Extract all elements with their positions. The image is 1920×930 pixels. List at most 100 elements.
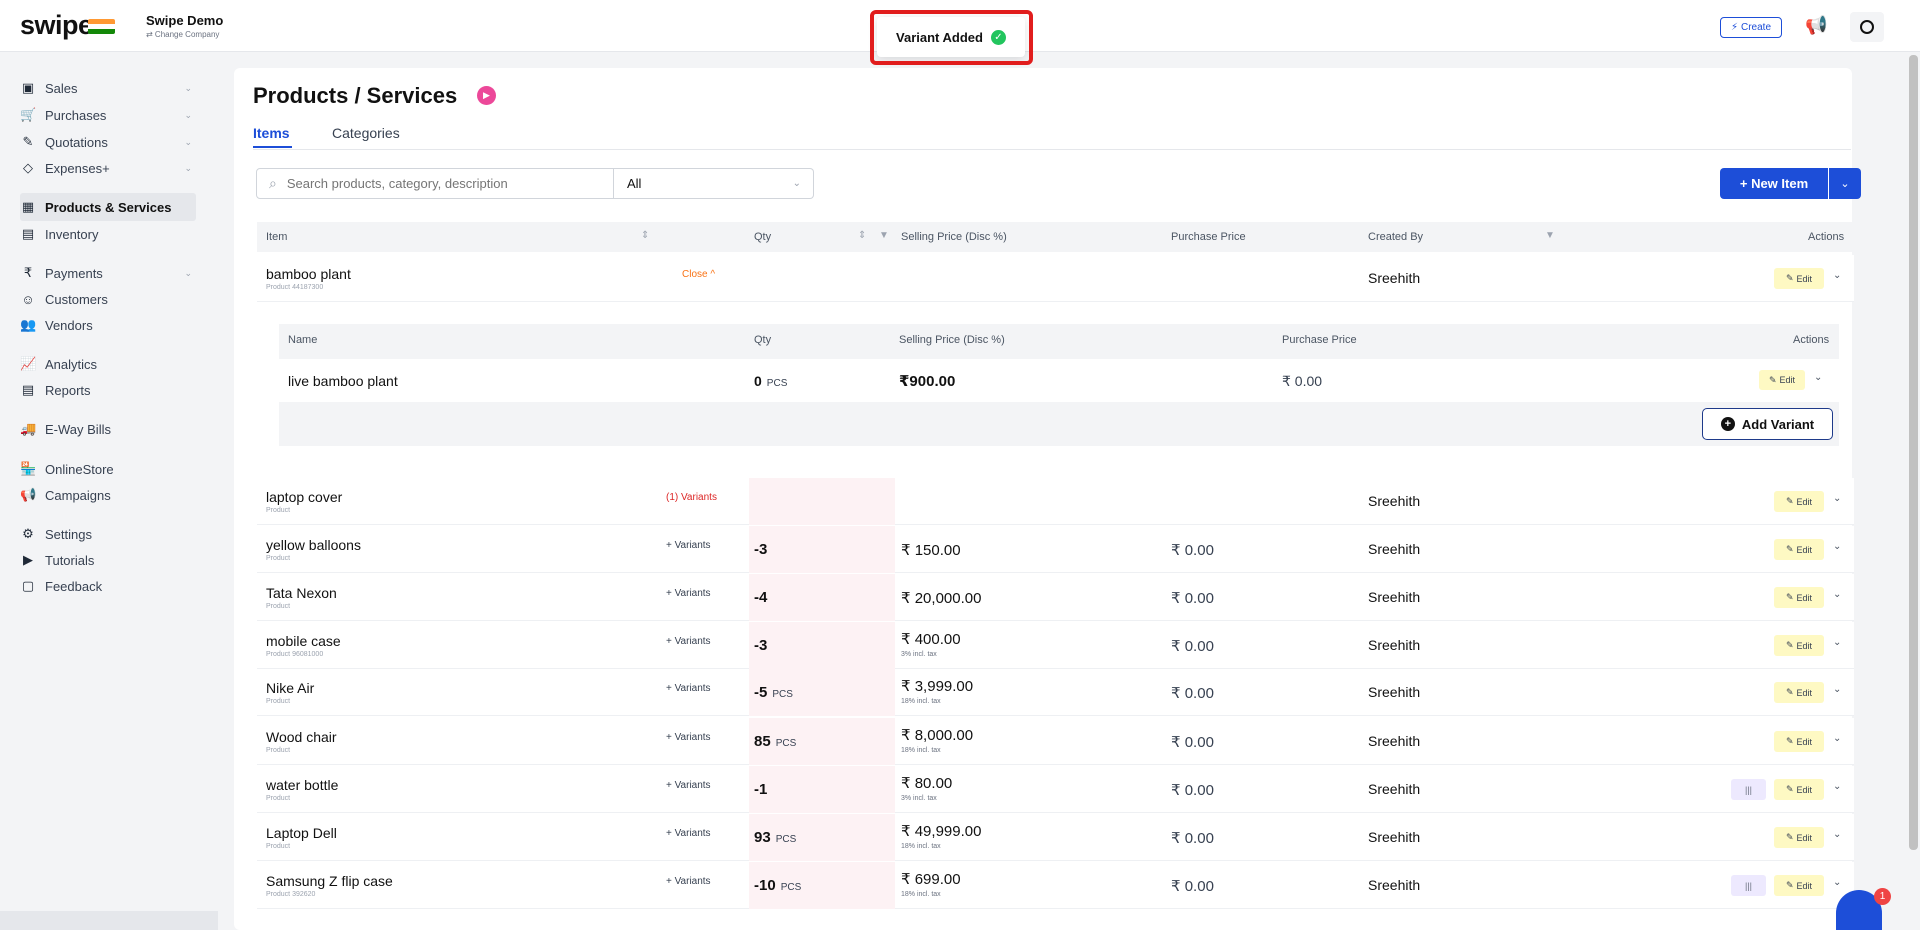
variants-button[interactable]: + Variants bbox=[666, 780, 711, 791]
chevron-down-icon[interactable]: ⌄ bbox=[1833, 637, 1841, 648]
scrollbar-thumb[interactable] bbox=[1909, 55, 1918, 850]
edit-icon: ✎ bbox=[1785, 592, 1794, 602]
filter-icon[interactable]: ▼ bbox=[879, 230, 889, 241]
sort-icon[interactable]: ⇕ bbox=[858, 230, 866, 241]
gear-icon: ⚙ bbox=[22, 526, 34, 541]
create-button[interactable]: ⚡ Create bbox=[1720, 17, 1782, 38]
edit-button[interactable]: ✎ Edit bbox=[1774, 875, 1824, 896]
item-type: Product bbox=[266, 507, 291, 514]
edit-button[interactable]: ✎ Edit bbox=[1774, 731, 1824, 752]
variants-button[interactable]: + Variants bbox=[666, 540, 711, 551]
table-row-expanded[interactable]: bamboo plant Product 44187300 Close ^ Sr… bbox=[257, 255, 1854, 302]
chevron-down-icon[interactable]: ⌄ bbox=[1833, 684, 1841, 695]
table-row[interactable]: Laptop Dell Product + Variants 93 PCS ₹ 49,99… bbox=[257, 814, 1854, 861]
selling-price: ₹ 80.00 bbox=[901, 775, 953, 792]
sidebar-item-tutorials[interactable]: ▶ Tutorials bbox=[20, 546, 196, 574]
sidebar-item-expenses[interactable]: ◇ Expenses+ ⌄ bbox=[20, 154, 196, 182]
variants-button[interactable]: (1) Variants bbox=[666, 492, 717, 503]
item-qty: -10 PCS bbox=[754, 877, 802, 894]
variants-button[interactable]: + Variants bbox=[666, 732, 711, 743]
sidebar-item-feedback[interactable]: ▢ Feedback bbox=[20, 572, 196, 600]
filter-icon[interactable]: ▼ bbox=[1545, 230, 1555, 241]
variant-row[interactable]: live bamboo plant 0 PCS ₹900.00 ₹ 0.00 ✎ E… bbox=[279, 359, 1839, 402]
video-play-icon[interactable]: ▶ bbox=[477, 86, 496, 105]
sidebar-item-e-way-bills[interactable]: 🚚 E-Way Bills bbox=[20, 415, 196, 443]
table-row[interactable]: Wood chair Product + Variants 85 PCS ₹ 8,000.… bbox=[257, 718, 1854, 765]
tax-note: 3% incl. tax bbox=[901, 795, 937, 802]
sidebar-item-inventory[interactable]: ▤ Inventory bbox=[20, 220, 196, 248]
table-row[interactable]: mobile case Product 96081000 + Variants -3 ₹… bbox=[257, 622, 1854, 669]
created-by: Sreehith bbox=[1368, 637, 1421, 653]
sidebar-item-products-services[interactable]: ▦ Products & Services bbox=[20, 193, 196, 221]
chevron-down-icon[interactable]: ⌄ bbox=[1833, 589, 1841, 600]
change-company-link[interactable]: ⇄ Change Company bbox=[146, 30, 219, 39]
variants-button[interactable]: + Variants bbox=[666, 588, 711, 599]
variants-button[interactable]: + Variants bbox=[666, 683, 711, 694]
close-variants-button[interactable]: Close ^ bbox=[682, 269, 715, 280]
table-row[interactable]: yellow balloons Product + Variants -3 ₹ 150.… bbox=[257, 526, 1854, 573]
chevron-down-icon[interactable]: ⌄ bbox=[1833, 829, 1841, 840]
sidebar-item-settings[interactable]: ⚙ Settings bbox=[20, 520, 196, 548]
chevron-down-icon[interactable]: ⌄ bbox=[1833, 541, 1841, 552]
sidebar-item-quotations[interactable]: ✎ Quotations ⌄ bbox=[20, 128, 196, 156]
edit-button[interactable]: ✎ Edit bbox=[1774, 779, 1824, 800]
variants-button[interactable]: + Variants bbox=[666, 636, 711, 647]
edit-button[interactable]: ✎ Edit bbox=[1774, 635, 1824, 656]
sidebar-item-customers[interactable]: ☺ Customers bbox=[20, 285, 196, 313]
barcode-button[interactable]: ||| bbox=[1731, 779, 1766, 800]
table-row[interactable]: Nike Air Product + Variants -5 PCS ₹ 3,999.00… bbox=[257, 669, 1854, 716]
edit-icon: ✎ bbox=[1785, 687, 1794, 697]
edit-button[interactable]: ✎ Edit bbox=[1774, 491, 1824, 512]
tax-note: 18% incl. tax bbox=[901, 891, 941, 898]
company-name[interactable]: Swipe Demo bbox=[146, 13, 223, 28]
new-item-dropdown-button[interactable]: ⌄ bbox=[1829, 168, 1861, 199]
tab-categories[interactable]: Categories bbox=[332, 125, 400, 141]
sidebar-item-label: Inventory bbox=[45, 226, 99, 242]
edit-button[interactable]: ✎ Edit bbox=[1774, 827, 1824, 848]
sidebar-item-reports[interactable]: ▤ Reports bbox=[20, 376, 196, 404]
sidebar-item-campaigns[interactable]: 📢 Campaigns bbox=[20, 481, 196, 509]
add-variant-button[interactable]: + Add Variant bbox=[1702, 408, 1833, 440]
table-row[interactable]: Samsung Z flip case Product 392620 + Varia… bbox=[257, 862, 1854, 909]
chevron-down-icon[interactable]: ⌄ bbox=[1833, 781, 1841, 792]
sidebar-collapse-bar[interactable] bbox=[0, 911, 218, 930]
sidebar-item-vendors[interactable]: 👥 Vendors bbox=[20, 311, 196, 339]
sidebar-item-purchases[interactable]: 🛒 Purchases ⌄ bbox=[20, 101, 196, 129]
selling-price: ₹ 400.00 bbox=[901, 631, 961, 648]
barcode-button[interactable]: ||| bbox=[1731, 875, 1766, 896]
chevron-down-icon: ⌄ bbox=[184, 82, 192, 93]
table-row[interactable]: laptop cover Product (1) Variants Sreehith ✎… bbox=[257, 478, 1854, 525]
swipe-logo[interactable]: swipe bbox=[20, 10, 93, 41]
edit-button[interactable]: ✎ Edit bbox=[1774, 539, 1824, 560]
variants-button[interactable]: + Variants bbox=[666, 876, 711, 887]
sidebar-item-onlinestore[interactable]: 🏪 OnlineStore bbox=[20, 455, 196, 483]
variant-header-purchase: Purchase Price bbox=[1282, 334, 1357, 346]
edit-button[interactable]: ✎ Edit bbox=[1774, 268, 1824, 289]
sidebar-item-analytics[interactable]: 📈 Analytics bbox=[20, 350, 196, 378]
sidebar-item-label: Quotations bbox=[45, 134, 108, 150]
tab-items[interactable]: Items bbox=[253, 125, 290, 141]
edit-button[interactable]: ✎ Edit bbox=[1774, 682, 1824, 703]
edit-icon: ✎ bbox=[1768, 374, 1777, 385]
variants-button[interactable]: + Variants bbox=[666, 828, 711, 839]
chevron-down-icon[interactable]: ⌄ bbox=[1833, 493, 1841, 504]
sidebar-item-sales[interactable]: ▣ Sales ⌄ bbox=[20, 74, 196, 102]
variant-edit-button[interactable]: ✎ Edit bbox=[1759, 370, 1805, 390]
created-by: Sreehith bbox=[1368, 733, 1421, 749]
chevron-down-icon[interactable]: ⌄ bbox=[1833, 270, 1841, 281]
category-filter-select[interactable]: All ⌄ bbox=[614, 168, 814, 199]
chevron-down-icon[interactable]: ⌄ bbox=[1833, 733, 1841, 744]
account-avatar[interactable] bbox=[1850, 12, 1884, 42]
table-row[interactable]: Tata Nexon Product + Variants -4 ₹ 20,000.00… bbox=[257, 574, 1854, 621]
table-row[interactable]: water bottle Product + Variants -1 ₹ 80.00 3%… bbox=[257, 766, 1854, 813]
edit-button[interactable]: ✎ Edit bbox=[1774, 587, 1824, 608]
announcements-icon[interactable]: 📢 bbox=[1805, 15, 1827, 36]
search-input[interactable] bbox=[286, 176, 587, 191]
chevron-down-icon[interactable]: ⌄ bbox=[1833, 877, 1841, 888]
chevron-down-icon[interactable]: ⌄ bbox=[1814, 372, 1822, 383]
edit-icon: ✎ bbox=[1785, 736, 1794, 746]
sidebar-item-payments[interactable]: ₹ Payments ⌄ bbox=[20, 259, 196, 287]
sidebar-item-label: Analytics bbox=[45, 356, 98, 372]
new-item-button[interactable]: + New Item bbox=[1720, 168, 1828, 199]
sort-icon[interactable]: ⇕ bbox=[641, 230, 649, 241]
